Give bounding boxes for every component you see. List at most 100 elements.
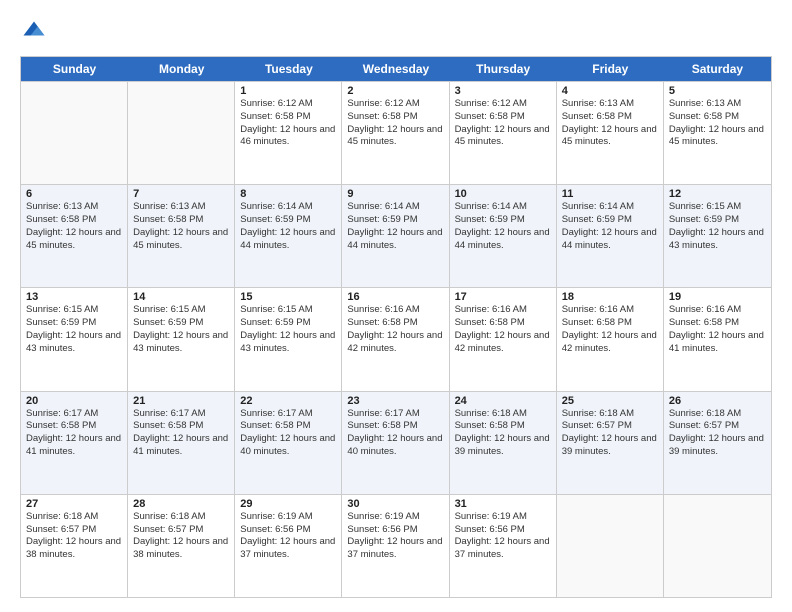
calendar-header: SundayMondayTuesdayWednesdayThursdayFrid… <box>21 57 771 81</box>
calendar-day-cell: 18Sunrise: 6:16 AM Sunset: 6:58 PM Dayli… <box>557 288 664 390</box>
day-number: 2 <box>347 85 443 97</box>
calendar-day-cell: 20Sunrise: 6:17 AM Sunset: 6:58 PM Dayli… <box>21 392 128 494</box>
day-info: Sunrise: 6:15 AM Sunset: 6:59 PM Dayligh… <box>26 304 122 355</box>
day-info: Sunrise: 6:16 AM Sunset: 6:58 PM Dayligh… <box>669 304 766 355</box>
calendar-header-cell: Thursday <box>450 57 557 81</box>
logo <box>20 18 52 46</box>
day-number: 15 <box>240 291 336 303</box>
day-number: 1 <box>240 85 336 97</box>
day-info: Sunrise: 6:12 AM Sunset: 6:58 PM Dayligh… <box>455 98 551 149</box>
calendar-day-cell: 16Sunrise: 6:16 AM Sunset: 6:58 PM Dayli… <box>342 288 449 390</box>
day-number: 5 <box>669 85 766 97</box>
day-number: 29 <box>240 498 336 510</box>
day-number: 25 <box>562 395 658 407</box>
day-number: 23 <box>347 395 443 407</box>
day-number: 20 <box>26 395 122 407</box>
day-info: Sunrise: 6:15 AM Sunset: 6:59 PM Dayligh… <box>669 201 766 252</box>
day-number: 31 <box>455 498 551 510</box>
calendar-day-cell: 5Sunrise: 6:13 AM Sunset: 6:58 PM Daylig… <box>664 82 771 184</box>
day-info: Sunrise: 6:16 AM Sunset: 6:58 PM Dayligh… <box>347 304 443 355</box>
day-info: Sunrise: 6:17 AM Sunset: 6:58 PM Dayligh… <box>26 408 122 459</box>
day-info: Sunrise: 6:15 AM Sunset: 6:59 PM Dayligh… <box>240 304 336 355</box>
calendar-day-cell: 29Sunrise: 6:19 AM Sunset: 6:56 PM Dayli… <box>235 495 342 597</box>
calendar-day-cell: 1Sunrise: 6:12 AM Sunset: 6:58 PM Daylig… <box>235 82 342 184</box>
day-number: 21 <box>133 395 229 407</box>
calendar-day-cell <box>21 82 128 184</box>
calendar-header-cell: Friday <box>557 57 664 81</box>
calendar-day-cell: 24Sunrise: 6:18 AM Sunset: 6:58 PM Dayli… <box>450 392 557 494</box>
calendar-day-cell: 9Sunrise: 6:14 AM Sunset: 6:59 PM Daylig… <box>342 185 449 287</box>
day-number: 10 <box>455 188 551 200</box>
day-number: 14 <box>133 291 229 303</box>
day-number: 16 <box>347 291 443 303</box>
day-info: Sunrise: 6:18 AM Sunset: 6:57 PM Dayligh… <box>133 511 229 562</box>
day-info: Sunrise: 6:17 AM Sunset: 6:58 PM Dayligh… <box>133 408 229 459</box>
day-info: Sunrise: 6:14 AM Sunset: 6:59 PM Dayligh… <box>347 201 443 252</box>
day-number: 7 <box>133 188 229 200</box>
day-number: 4 <box>562 85 658 97</box>
calendar-week-row: 6Sunrise: 6:13 AM Sunset: 6:58 PM Daylig… <box>21 184 771 287</box>
calendar-header-cell: Wednesday <box>342 57 449 81</box>
day-number: 18 <box>562 291 658 303</box>
day-info: Sunrise: 6:15 AM Sunset: 6:59 PM Dayligh… <box>133 304 229 355</box>
calendar-day-cell: 17Sunrise: 6:16 AM Sunset: 6:58 PM Dayli… <box>450 288 557 390</box>
day-number: 27 <box>26 498 122 510</box>
calendar-day-cell <box>557 495 664 597</box>
calendar-week-row: 1Sunrise: 6:12 AM Sunset: 6:58 PM Daylig… <box>21 81 771 184</box>
day-number: 22 <box>240 395 336 407</box>
logo-icon <box>20 18 48 46</box>
day-number: 28 <box>133 498 229 510</box>
calendar-body: 1Sunrise: 6:12 AM Sunset: 6:58 PM Daylig… <box>21 81 771 597</box>
day-number: 13 <box>26 291 122 303</box>
calendar-day-cell: 22Sunrise: 6:17 AM Sunset: 6:58 PM Dayli… <box>235 392 342 494</box>
day-number: 11 <box>562 188 658 200</box>
day-info: Sunrise: 6:19 AM Sunset: 6:56 PM Dayligh… <box>240 511 336 562</box>
day-info: Sunrise: 6:13 AM Sunset: 6:58 PM Dayligh… <box>562 98 658 149</box>
calendar-day-cell: 10Sunrise: 6:14 AM Sunset: 6:59 PM Dayli… <box>450 185 557 287</box>
calendar-day-cell: 14Sunrise: 6:15 AM Sunset: 6:59 PM Dayli… <box>128 288 235 390</box>
calendar-header-cell: Tuesday <box>235 57 342 81</box>
day-info: Sunrise: 6:19 AM Sunset: 6:56 PM Dayligh… <box>455 511 551 562</box>
day-info: Sunrise: 6:16 AM Sunset: 6:58 PM Dayligh… <box>455 304 551 355</box>
day-number: 17 <box>455 291 551 303</box>
calendar-header-cell: Saturday <box>664 57 771 81</box>
calendar-day-cell: 2Sunrise: 6:12 AM Sunset: 6:58 PM Daylig… <box>342 82 449 184</box>
calendar-day-cell <box>664 495 771 597</box>
calendar-day-cell: 25Sunrise: 6:18 AM Sunset: 6:57 PM Dayli… <box>557 392 664 494</box>
calendar-day-cell: 28Sunrise: 6:18 AM Sunset: 6:57 PM Dayli… <box>128 495 235 597</box>
calendar-day-cell: 15Sunrise: 6:15 AM Sunset: 6:59 PM Dayli… <box>235 288 342 390</box>
day-number: 26 <box>669 395 766 407</box>
day-info: Sunrise: 6:18 AM Sunset: 6:57 PM Dayligh… <box>562 408 658 459</box>
calendar-day-cell: 30Sunrise: 6:19 AM Sunset: 6:56 PM Dayli… <box>342 495 449 597</box>
calendar-grid: SundayMondayTuesdayWednesdayThursdayFrid… <box>20 56 772 598</box>
calendar-day-cell: 3Sunrise: 6:12 AM Sunset: 6:58 PM Daylig… <box>450 82 557 184</box>
calendar-day-cell: 26Sunrise: 6:18 AM Sunset: 6:57 PM Dayli… <box>664 392 771 494</box>
day-info: Sunrise: 6:17 AM Sunset: 6:58 PM Dayligh… <box>347 408 443 459</box>
calendar-week-row: 20Sunrise: 6:17 AM Sunset: 6:58 PM Dayli… <box>21 391 771 494</box>
calendar-day-cell: 6Sunrise: 6:13 AM Sunset: 6:58 PM Daylig… <box>21 185 128 287</box>
day-info: Sunrise: 6:14 AM Sunset: 6:59 PM Dayligh… <box>455 201 551 252</box>
calendar-day-cell: 4Sunrise: 6:13 AM Sunset: 6:58 PM Daylig… <box>557 82 664 184</box>
day-number: 8 <box>240 188 336 200</box>
day-info: Sunrise: 6:14 AM Sunset: 6:59 PM Dayligh… <box>240 201 336 252</box>
calendar-week-row: 27Sunrise: 6:18 AM Sunset: 6:57 PM Dayli… <box>21 494 771 597</box>
calendar-day-cell: 12Sunrise: 6:15 AM Sunset: 6:59 PM Dayli… <box>664 185 771 287</box>
day-info: Sunrise: 6:18 AM Sunset: 6:57 PM Dayligh… <box>669 408 766 459</box>
day-info: Sunrise: 6:18 AM Sunset: 6:58 PM Dayligh… <box>455 408 551 459</box>
calendar-day-cell: 11Sunrise: 6:14 AM Sunset: 6:59 PM Dayli… <box>557 185 664 287</box>
day-info: Sunrise: 6:12 AM Sunset: 6:58 PM Dayligh… <box>240 98 336 149</box>
calendar-day-cell: 23Sunrise: 6:17 AM Sunset: 6:58 PM Dayli… <box>342 392 449 494</box>
day-number: 24 <box>455 395 551 407</box>
day-info: Sunrise: 6:19 AM Sunset: 6:56 PM Dayligh… <box>347 511 443 562</box>
calendar-day-cell: 13Sunrise: 6:15 AM Sunset: 6:59 PM Dayli… <box>21 288 128 390</box>
day-info: Sunrise: 6:13 AM Sunset: 6:58 PM Dayligh… <box>26 201 122 252</box>
calendar-day-cell <box>128 82 235 184</box>
day-info: Sunrise: 6:18 AM Sunset: 6:57 PM Dayligh… <box>26 511 122 562</box>
day-info: Sunrise: 6:16 AM Sunset: 6:58 PM Dayligh… <box>562 304 658 355</box>
day-number: 12 <box>669 188 766 200</box>
calendar-day-cell: 19Sunrise: 6:16 AM Sunset: 6:58 PM Dayli… <box>664 288 771 390</box>
day-info: Sunrise: 6:12 AM Sunset: 6:58 PM Dayligh… <box>347 98 443 149</box>
day-info: Sunrise: 6:13 AM Sunset: 6:58 PM Dayligh… <box>133 201 229 252</box>
calendar-week-row: 13Sunrise: 6:15 AM Sunset: 6:59 PM Dayli… <box>21 287 771 390</box>
calendar-day-cell: 21Sunrise: 6:17 AM Sunset: 6:58 PM Dayli… <box>128 392 235 494</box>
